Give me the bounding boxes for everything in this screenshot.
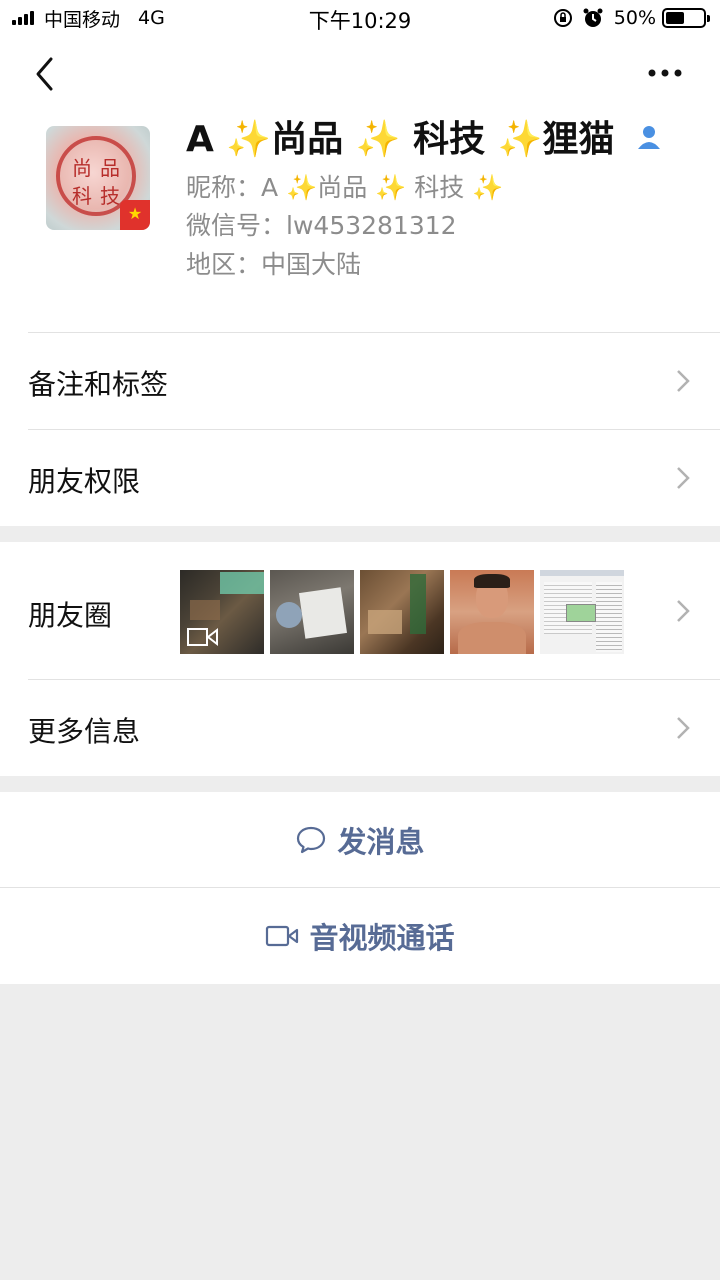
moment-thumb xyxy=(360,570,444,654)
more-options-button[interactable] xyxy=(640,56,690,90)
avatar-char: 技 xyxy=(100,184,120,208)
chat-bubble-icon xyxy=(297,826,326,854)
moment-thumb xyxy=(540,570,624,654)
friend-permissions-cell[interactable]: 朋友权限 xyxy=(0,430,720,526)
wechat-id-row: 微信号：lw453281312 xyxy=(186,206,457,242)
avatar[interactable]: 尚 品 科 技 ★ xyxy=(46,126,150,230)
more-info-label: 更多信息 xyxy=(28,715,141,748)
person-icon xyxy=(638,126,660,149)
video-call-button[interactable]: 音视频通话 xyxy=(0,888,720,984)
wechat-id-label: 微信号： xyxy=(186,211,287,240)
remarks-tags-label: 备注和标签 xyxy=(28,368,169,401)
wechat-id-value: lw453281312 xyxy=(286,211,457,240)
moments-label: 朋友圈 xyxy=(28,599,113,632)
friend-permissions-label: 朋友权限 xyxy=(28,465,141,498)
more-info-cell[interactable]: 更多信息 xyxy=(0,680,720,776)
profile-name: A ✨尚品 ✨ 科技 ✨狸猫 xyxy=(186,119,615,160)
video-camera-icon xyxy=(187,627,218,647)
moment-thumb xyxy=(450,570,534,654)
region-row: 地区：中国大陆 xyxy=(186,245,361,281)
chevron-right-icon xyxy=(677,467,690,489)
back-button[interactable] xyxy=(28,54,64,94)
remarks-tags-cell[interactable]: 备注和标签 xyxy=(0,333,720,429)
battery-icon xyxy=(662,8,710,28)
moment-thumb-video xyxy=(180,570,264,654)
alarm-icon xyxy=(583,8,603,27)
china-flag-icon: ★ xyxy=(120,200,150,230)
rotation-lock-icon xyxy=(553,9,572,27)
send-message-button[interactable]: 发消息 xyxy=(0,792,720,888)
video-camera-icon xyxy=(266,925,299,947)
avatar-char: 科 xyxy=(72,184,92,208)
avatar-char: 品 xyxy=(100,156,120,180)
avatar-char: 尚 xyxy=(72,156,92,180)
send-message-label: 发消息 xyxy=(337,825,425,859)
status-right: 50% xyxy=(552,6,710,30)
region-value: 中国大陆 xyxy=(261,250,362,279)
moments-cell[interactable]: 朋友圈 xyxy=(0,542,720,680)
chevron-right-icon xyxy=(677,717,690,739)
nickname-row: 昵称：A ✨尚品 ✨ 科技 ✨ xyxy=(186,168,503,204)
chevron-right-icon xyxy=(677,600,690,622)
video-call-label: 音视频通话 xyxy=(309,921,455,955)
region-label: 地区： xyxy=(186,250,262,279)
moment-thumb xyxy=(270,570,354,654)
moments-thumbnails xyxy=(180,570,630,654)
chevron-right-icon xyxy=(677,370,690,392)
nickname-label: 昵称： xyxy=(186,173,262,202)
battery-percent: 50% xyxy=(613,7,656,29)
status-bar: 中国移动 4G 下午10:29 50% xyxy=(0,0,720,36)
nickname-value: A ✨尚品 ✨ 科技 ✨ xyxy=(261,173,504,202)
